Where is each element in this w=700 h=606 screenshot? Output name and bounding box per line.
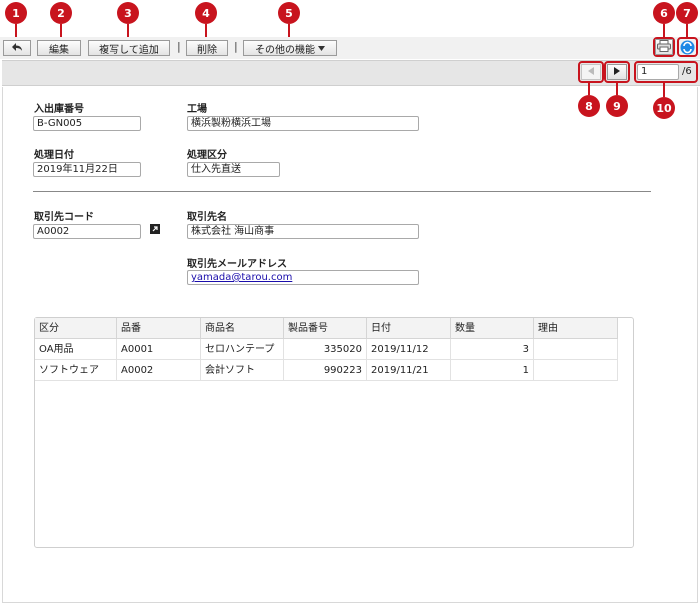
slip-number-field: B-GN005 <box>33 116 141 131</box>
cell-date: 2019/11/12 <box>367 339 451 360</box>
cell-date: 2019/11/21 <box>367 360 451 381</box>
triangle-right-icon <box>614 66 620 78</box>
callout-6-stem <box>663 24 665 38</box>
more-functions-button[interactable]: その他の機能 <box>243 40 337 56</box>
cell-item-code: A0002 <box>117 360 201 381</box>
cell-product-name: セロハンテープ <box>201 339 284 360</box>
caret-down-icon <box>318 43 325 54</box>
col-header-category: 区分 <box>35 318 117 339</box>
callout-6: 6 <box>653 2 675 24</box>
callout-7-stem <box>686 24 688 38</box>
prev-record-button[interactable] <box>581 64 601 80</box>
client-email-link[interactable]: yamada@tarou.com <box>191 272 292 283</box>
section-divider <box>33 191 651 192</box>
printer-icon <box>657 39 671 55</box>
slip-number-label: 入出庫番号 <box>34 104 84 115</box>
col-header-quantity: 数量 <box>451 318 534 339</box>
callout-2: 2 <box>50 2 72 24</box>
callout-3: 3 <box>117 2 139 24</box>
cell-product-number: 990223 <box>284 360 367 381</box>
cell-product-number: 335020 <box>284 339 367 360</box>
toolbar-separator: | <box>177 40 181 53</box>
col-header-product-name: 商品名 <box>201 318 284 339</box>
client-name-label: 取引先名 <box>187 212 227 223</box>
client-email-field: yamada@tarou.com <box>187 270 419 285</box>
col-header-product-number: 製品番号 <box>284 318 367 339</box>
process-date-label: 処理日付 <box>34 150 74 161</box>
page-total: /6 <box>682 66 692 77</box>
refresh-circle-icon <box>680 40 695 58</box>
cell-product-name: 会計ソフト <box>201 360 284 381</box>
client-code-label: 取引先コード <box>34 212 94 223</box>
more-functions-label: その他の機能 <box>255 44 315 56</box>
toolbar-separator: | <box>234 40 238 53</box>
client-code-field: A0002 <box>33 224 141 239</box>
callout-5: 5 <box>278 2 300 24</box>
refresh-link-button[interactable] <box>680 40 695 55</box>
callout-4: 4 <box>195 2 217 24</box>
factory-field: 横浜製粉横浜工場 <box>187 116 419 131</box>
external-link-icon <box>150 224 160 237</box>
callout-7: 7 <box>676 2 698 24</box>
client-name-field: 株式会社 海山商事 <box>187 224 419 239</box>
process-date-field: 2019年11月22日 <box>33 162 141 177</box>
callout-1: 1 <box>5 2 27 24</box>
triangle-left-icon <box>588 66 594 78</box>
delete-button[interactable]: 削除 <box>186 40 228 56</box>
factory-label: 工場 <box>187 104 207 115</box>
copy-add-button[interactable]: 複写して追加 <box>88 40 170 56</box>
col-header-reason: 理由 <box>534 318 618 339</box>
print-button[interactable] <box>655 39 673 55</box>
cell-reason <box>534 360 618 381</box>
detail-table: 区分 品番 商品名 製品番号 日付 数量 理由 OA用品 A0001 セロハンテ… <box>34 317 634 548</box>
edit-button[interactable]: 編集 <box>37 40 81 56</box>
cell-category: OA用品 <box>35 339 117 360</box>
cell-category: ソフトウェア <box>35 360 117 381</box>
back-button[interactable] <box>3 40 31 56</box>
page-number-input[interactable]: 1 <box>637 64 679 80</box>
next-record-button[interactable] <box>607 64 627 80</box>
cell-quantity: 1 <box>451 360 534 381</box>
client-email-label: 取引先メールアドレス <box>187 259 287 270</box>
open-client-link-button[interactable] <box>150 224 160 234</box>
col-header-date: 日付 <box>367 318 451 339</box>
process-type-label: 処理区分 <box>187 150 227 161</box>
col-header-item-code: 品番 <box>117 318 201 339</box>
back-arrow-icon <box>11 42 23 55</box>
process-type-field: 仕入先直送 <box>187 162 280 177</box>
cell-item-code: A0001 <box>117 339 201 360</box>
cell-quantity: 3 <box>451 339 534 360</box>
cell-reason <box>534 339 618 360</box>
